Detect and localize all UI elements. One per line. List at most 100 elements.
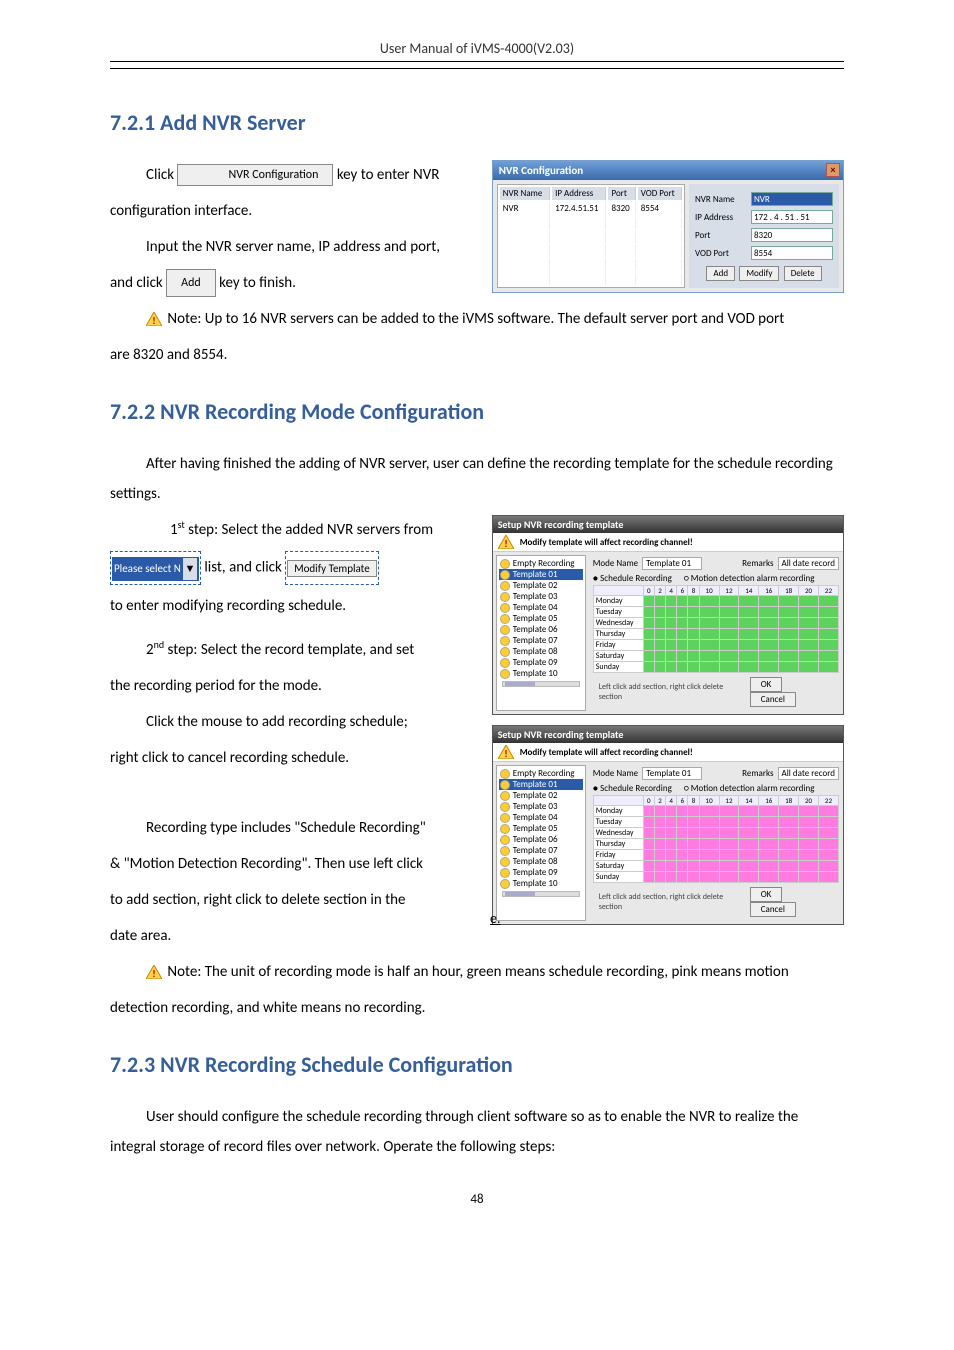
field-ip[interactable]: 172 . 4 . 51 . 51 — [751, 210, 833, 224]
cell-ip: 172.4.51.51 — [552, 202, 606, 215]
tree-item-selected[interactable]: Template 01 — [499, 569, 583, 580]
s722-step2: 2nd step: Select the record template, an… — [110, 635, 477, 665]
s722-step2c: the recording period for the mode. — [110, 671, 477, 701]
tree-item[interactable]: Template 10 — [499, 668, 583, 679]
tree-scrollbar[interactable] — [502, 891, 580, 897]
tree-item[interactable]: Empty Recording — [499, 768, 583, 779]
s721-line3: Input the NVR server name, IP address an… — [110, 232, 477, 262]
text-key-finish: key to finish. — [219, 274, 296, 292]
tree-item[interactable]: Template 02 — [499, 790, 583, 801]
cell-vod: 8554 — [638, 202, 682, 215]
form-add-button[interactable]: Add — [706, 266, 735, 281]
tree-item[interactable]: Template 02 — [499, 580, 583, 591]
tree-item[interactable]: Template 03 — [499, 591, 583, 602]
s721-note2: are 8320 and 8554. — [110, 340, 844, 370]
nvr-configuration-dialog: NVR Configuration × NVR Name IP Address … — [492, 160, 844, 293]
nvr-select-dropdown[interactable]: Please select N▼ — [110, 551, 201, 585]
chevron-down-icon: ▼ — [183, 558, 197, 580]
tree-item[interactable]: Template 03 — [499, 801, 583, 812]
s721-line4: and click Add key to finish. — [110, 268, 477, 298]
s721-line1: Click NVR Configuration key to enter NVR — [110, 160, 477, 190]
schedule-grid-green[interactable]: 0246810121416182022 Monday Tuesday Wedne… — [593, 585, 839, 673]
day-label: Friday — [593, 640, 643, 651]
field-vod[interactable]: 8554 — [751, 246, 833, 260]
field-port[interactable]: 8320 — [751, 228, 833, 242]
nvr-dialog-title: NVR Configuration × — [493, 161, 843, 180]
cancel-button[interactable]: Cancel — [750, 692, 796, 707]
tree-item[interactable]: Template 04 — [499, 602, 583, 613]
day-label: Thursday — [593, 629, 643, 640]
tpl-hint-2: Left click add section, right click dele… — [599, 892, 746, 912]
lbl-ip: IP Address — [695, 212, 747, 223]
s722-note2: detection recording, and white means no … — [110, 993, 844, 1023]
lbl-port: Port — [695, 230, 747, 241]
th-ip: IP Address — [552, 187, 606, 200]
tpl-warnbar-1: ! Modify template will affect recording … — [493, 533, 843, 552]
tree-item[interactable]: Template 04 — [499, 812, 583, 823]
tpl-warn-text: Modify template will affect recording ch… — [520, 537, 693, 548]
warning-icon: ! — [498, 745, 514, 759]
template-tree-2[interactable]: Empty Recording Template 01 Template 02 … — [496, 765, 586, 921]
field-remarks[interactable]: All date record — [778, 557, 839, 570]
s722-clickmouse: Click the mouse to add recording schedul… — [110, 707, 477, 737]
s722-rectype1: Recording type includes "Schedule Record… — [110, 813, 477, 843]
tree-item[interactable]: Template 07 — [499, 845, 583, 856]
tpl-warn-text-2: Modify template will affect recording ch… — [520, 747, 693, 758]
tpl-title-1: Setup NVR recording template — [493, 516, 843, 533]
s722-rightclick: right click to cancel recording schedule… — [110, 743, 477, 773]
nvr-configuration-button[interactable]: NVR Configuration — [177, 164, 333, 186]
s722-step1: 1st step: Select the added NVR servers f… — [110, 515, 477, 545]
tree-item[interactable]: Template 07 — [499, 635, 583, 646]
recording-template-dialog-motion: Setup NVR recording template ! Modify te… — [492, 725, 844, 925]
lbl-remarks: Remarks — [742, 558, 773, 569]
tree-item-selected[interactable]: Template 01 — [499, 779, 583, 790]
svg-text:!: ! — [152, 314, 155, 326]
ok-button-2[interactable]: OK — [750, 887, 783, 902]
tree-item[interactable]: Template 09 — [499, 867, 583, 878]
modify-template-button[interactable]: Modify Template — [285, 551, 379, 585]
cancel-button-2[interactable]: Cancel — [750, 902, 796, 917]
s722-p1: After having finished the adding of NVR … — [110, 449, 844, 509]
field-remarks-2[interactable]: All date record — [778, 767, 839, 780]
radio-motion[interactable]: Motion detection alarm recording — [684, 573, 815, 584]
tree-scrollbar[interactable] — [502, 681, 580, 687]
radio-schedule[interactable]: Schedule Recording — [593, 573, 672, 584]
tree-item[interactable]: Template 08 — [499, 646, 583, 657]
tpl-hint: Left click add section, right click dele… — [599, 682, 746, 702]
schedule-grid-pink[interactable]: 0246810121416182022 Monday Tuesday Wedne… — [593, 795, 839, 883]
tpl-title-2: Setup NVR recording template — [493, 726, 843, 743]
template-tree-1[interactable]: Empty Recording Template 01 Template 02 … — [496, 555, 586, 711]
s721-line2: configuration interface. — [110, 196, 477, 226]
tree-item[interactable]: Template 06 — [499, 834, 583, 845]
heading-723: 7.2.3 NVR Recording Schedule Configurati… — [110, 1051, 844, 1078]
tree-item[interactable]: Empty Recording — [499, 558, 583, 569]
tree-item[interactable]: Template 05 — [499, 613, 583, 624]
field-mode-name-2[interactable]: Template 01 — [642, 767, 702, 780]
th-nvr-name: NVR Name — [500, 187, 550, 200]
table-row[interactable]: NVR 172.4.51.51 8320 8554 — [500, 202, 682, 215]
close-icon[interactable]: × — [826, 163, 840, 177]
tree-item[interactable]: Template 06 — [499, 624, 583, 635]
tree-item[interactable]: Template 10 — [499, 878, 583, 889]
tree-item[interactable]: Template 05 — [499, 823, 583, 834]
add-button[interactable]: Add — [166, 269, 216, 297]
s723-p1: User should configure the schedule recor… — [110, 1102, 844, 1162]
cell-nvr-name: NVR — [500, 202, 550, 215]
day-label: Monday — [593, 596, 643, 607]
day-label: Thursday — [593, 839, 643, 850]
day-label: Friday — [593, 850, 643, 861]
cell-port: 8320 — [608, 202, 635, 215]
th-port: Port — [608, 187, 635, 200]
field-nvr-name[interactable]: NVR — [751, 192, 833, 206]
form-modify-button[interactable]: Modify — [739, 266, 779, 281]
tree-item[interactable]: Template 08 — [499, 856, 583, 867]
modify-template-label: Modify Template — [287, 560, 377, 577]
field-mode-name[interactable]: Template 01 — [642, 557, 702, 570]
radio-motion-2[interactable]: Motion detection alarm recording — [684, 783, 815, 794]
ok-button[interactable]: OK — [750, 677, 783, 692]
radio-schedule-2[interactable]: Schedule Recording — [593, 783, 672, 794]
form-delete-button[interactable]: Delete — [784, 266, 822, 281]
tree-item[interactable]: Template 09 — [499, 657, 583, 668]
lbl-nvr-name: NVR Name — [695, 194, 747, 205]
day-label: Saturday — [593, 861, 643, 872]
